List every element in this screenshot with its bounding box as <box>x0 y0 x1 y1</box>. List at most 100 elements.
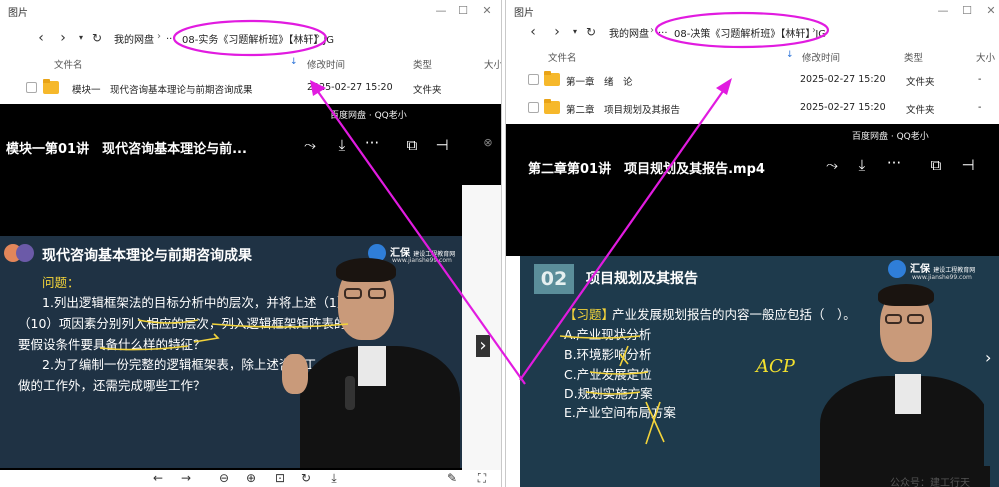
forward-icon[interactable]: › <box>54 28 72 48</box>
share-icon[interactable]: ⤳ <box>822 156 842 174</box>
download-icon[interactable]: ⤓ <box>326 471 342 486</box>
sort-arrow-icon[interactable]: ↓ <box>290 57 298 67</box>
option: A.产业现状分析 <box>564 327 652 342</box>
download-icon[interactable]: ⤓ <box>852 156 872 174</box>
file-mtime: 2025-02-27 15:20 <box>307 82 393 93</box>
bullet-icon <box>16 244 34 262</box>
edit-icon[interactable]: ✎ <box>444 471 460 485</box>
file-row[interactable]: 模块一 现代咨询基本理论与前期咨询成果 2025-02-27 15:20 文件夹 <box>0 74 501 102</box>
left-file-window: 图片 — ☐ ✕ ‹ › ▾ ↻ 我的网盘 › ... 08-实务《习题解析班》… <box>0 0 502 487</box>
window-title: 图片 <box>8 8 28 19</box>
breadcrumb-current[interactable]: 08-实务《习题解析班》【林轩】JG <box>182 31 334 46</box>
close-icon[interactable]: ✕ <box>476 2 498 20</box>
player-source: 百度网盘 · QQ老小 <box>330 111 407 121</box>
row-checkbox[interactable] <box>528 74 539 85</box>
sort-arrow-icon[interactable]: ↓ <box>786 50 794 60</box>
next-arrow-icon[interactable]: › <box>985 348 991 367</box>
option: C.产业发展定位 <box>564 367 652 382</box>
pin-icon[interactable]: ⊣ <box>958 156 978 174</box>
left-title-bar: 图片 — ☐ ✕ <box>0 0 501 22</box>
minimize-icon[interactable]: — <box>430 2 452 20</box>
file-row[interactable]: 第二章 项目规划及其报告 2025-02-27 15:20 文件夹 - <box>506 94 999 122</box>
zoom-out-icon[interactable]: ⊖ <box>216 471 232 485</box>
forward-icon[interactable]: › <box>548 22 566 42</box>
col-mtime[interactable]: 修改时间 <box>307 57 345 71</box>
col-name[interactable]: 文件名 <box>54 57 83 71</box>
player-toolbar: ← → ⊖ ⊕ ⊡ ↻ ⤓ ✎ ⛶ <box>0 470 501 487</box>
file-name: 第二章 项目规划及其报告 <box>566 105 681 116</box>
option: D.规划实施方案 <box>564 386 653 401</box>
col-name[interactable]: 文件名 <box>548 50 577 64</box>
col-type[interactable]: 类型 <box>413 57 432 71</box>
slide-line: 问题： <box>42 275 80 290</box>
col-size[interactable]: 大小 <box>976 50 995 64</box>
fullscreen-icon[interactable]: ⛶ <box>474 471 490 486</box>
breadcrumb-current[interactable]: 08-决策《习题解析班》【林轩】JG <box>674 25 826 40</box>
refresh-icon[interactable]: ↻ <box>582 22 600 42</box>
breadcrumb-ellipsis[interactable]: ... <box>166 31 176 42</box>
right-nav-bar: ‹ › ▾ ↻ 我的网盘 › ... 08-决策《习题解析班》【林轩】JG › <box>506 18 999 46</box>
right-video-player[interactable]: 百度网盘 · QQ老小 第二章第01讲 项目规划及其报告.mp4 ⤳ ⤓ ···… <box>506 124 999 256</box>
file-name: 第一章 绪 论 <box>566 77 633 88</box>
download-icon[interactable]: ⤓ <box>332 136 352 154</box>
screenshot-icon[interactable]: ⧉ <box>402 136 422 154</box>
slide-line: 2.为了编制一份完整的逻辑框架表，除上述咨询工 <box>42 357 317 372</box>
window-title: 图片 <box>514 8 534 19</box>
file-type: 文件夹 <box>413 85 442 96</box>
brand-url: www.jianshe99.com <box>392 257 452 264</box>
folder-icon <box>544 99 560 114</box>
fit-icon[interactable]: ⊡ <box>272 471 288 485</box>
slide-line: 做的工作外，还需完成哪些工作？ <box>18 378 206 393</box>
breadcrumb-root[interactable]: 我的网盘 <box>114 31 154 46</box>
col-mtime[interactable]: 修改时间 <box>802 50 840 64</box>
question-text: 产业发展规划报告的内容一般应包括（ ）。 <box>612 307 856 322</box>
file-mtime: 2025-02-27 15:20 <box>800 74 886 85</box>
screenshot-icon[interactable]: ⧉ <box>926 156 946 174</box>
remote-icon <box>345 376 355 410</box>
slide-heading: 现代咨询基本理论与前期咨询成果 <box>42 248 252 264</box>
rotate-icon[interactable]: ↻ <box>298 471 314 485</box>
back-icon[interactable]: ‹ <box>32 28 50 48</box>
side-panel: › <box>462 185 501 470</box>
watermark: 公众号：建工行天 <box>890 478 970 487</box>
more-icon[interactable]: ··· <box>884 154 904 172</box>
row-checkbox[interactable] <box>528 102 539 113</box>
player-source: 百度网盘 · QQ老小 <box>852 132 929 142</box>
slide-heading: 项目规划及其报告 <box>586 271 698 287</box>
col-size[interactable]: 大小 <box>484 57 501 71</box>
pin-icon[interactable]: ⊣ <box>432 136 452 154</box>
col-type[interactable]: 类型 <box>904 50 923 64</box>
row-checkbox[interactable] <box>26 82 37 93</box>
next-icon[interactable]: → <box>178 471 194 485</box>
right-slide: 02 项目规划及其报告 汇保 建设工程教育网 www.jianshe99.com… <box>520 256 999 487</box>
column-header: 文件名 ↓ 修改时间 类型 大小 <box>506 46 999 66</box>
refresh-icon[interactable]: ↻ <box>88 28 106 48</box>
breadcrumb-root[interactable]: 我的网盘 <box>609 25 649 40</box>
brand-url: www.jianshe99.com <box>912 274 972 281</box>
file-row[interactable]: 第一章 绪 论 2025-02-27 15:20 文件夹 - <box>506 66 999 94</box>
slide-line: 1.列出逻辑框架法的目标分析中的层次，并将上述（1） <box>42 295 350 310</box>
folder-icon <box>544 71 560 86</box>
zoom-in-icon[interactable]: ⊕ <box>243 471 259 485</box>
next-arrow-icon[interactable]: › <box>476 335 490 357</box>
video-title: 模块一第01讲 现代咨询基本理论与前... <box>6 142 247 157</box>
prev-icon[interactable]: ← <box>150 471 166 485</box>
left-slide: 现代咨询基本理论与前期咨询成果 汇保 建设工程教育网 www.jianshe99… <box>0 236 462 468</box>
maximize-icon[interactable]: ☐ <box>452 2 474 20</box>
slide-line: 要假设条件要具备什么样的特征？ <box>18 337 206 352</box>
file-size: - <box>978 102 982 113</box>
share-icon[interactable]: ⤳ <box>300 136 320 154</box>
file-mtime: 2025-02-27 15:20 <box>800 102 886 113</box>
breadcrumb-ellipsis[interactable]: ... <box>658 25 668 36</box>
option: B.环境影响分析 <box>564 347 652 362</box>
right-side-panel: › <box>984 256 999 466</box>
close-panel-icon[interactable]: ⊗ <box>478 136 498 149</box>
file-size: - <box>978 74 982 85</box>
column-header: 文件名 ↓ 修改时间 类型 大小 <box>0 53 501 73</box>
option: E.产业空间布局方案 <box>564 405 676 420</box>
slide-line: （10）项因素分别列入相应的层次，列入逻辑框架矩阵表的重 <box>18 316 359 331</box>
folder-icon <box>43 79 59 94</box>
handwritten-answer: ACP <box>756 356 795 377</box>
back-icon[interactable]: ‹ <box>524 22 542 42</box>
more-icon[interactable]: ··· <box>362 134 382 152</box>
